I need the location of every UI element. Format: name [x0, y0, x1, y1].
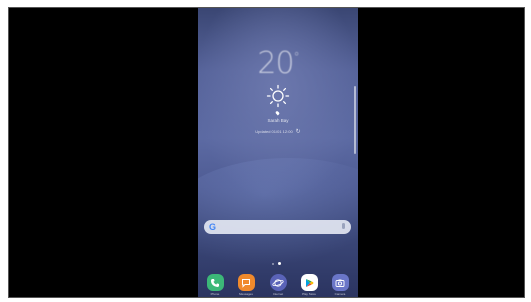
- app-label: Messages: [239, 292, 253, 296]
- refresh-icon[interactable]: ↻: [296, 128, 301, 135]
- location-pin-icon: [275, 110, 280, 116]
- weather-location: Sarah Bay: [267, 118, 289, 123]
- weather-updated: Updated 01/01 12:00 ↻: [198, 128, 358, 135]
- phone-icon: [206, 274, 224, 291]
- app-messages[interactable]: Messages: [237, 274, 255, 296]
- internet-icon: [269, 274, 287, 291]
- wallpaper-swoosh: [198, 158, 358, 278]
- google-icon: G: [209, 222, 217, 232]
- app-label: Internet: [272, 292, 284, 296]
- temperature: 20°: [198, 46, 358, 81]
- app-label: Phone: [210, 292, 220, 296]
- camera-icon: [331, 274, 349, 291]
- google-search-bar[interactable]: G: [204, 220, 351, 234]
- app-play-store[interactable]: Play Store: [300, 274, 318, 296]
- app-dock: Phone Messages Internet Play Store Camer…: [198, 274, 358, 297]
- phone-home-screen: 20° Sarah Bay Updated 01/01 12:00 ↻ G Ph…: [198, 8, 358, 297]
- app-label: Play Store: [302, 292, 316, 296]
- page-dot[interactable]: [272, 262, 274, 265]
- mic-icon[interactable]: [342, 223, 345, 229]
- messages-icon: [237, 274, 255, 291]
- screen-frame: 20° Sarah Bay Updated 01/01 12:00 ↻ G Ph…: [8, 7, 525, 298]
- app-internet[interactable]: Internet: [269, 274, 287, 296]
- temperature-value: 20: [257, 46, 294, 81]
- temperature-unit: °: [293, 50, 300, 64]
- app-camera[interactable]: Camera: [331, 274, 349, 296]
- app-phone[interactable]: Phone: [206, 274, 224, 296]
- weather-updated-text: Updated 01/01 12:00: [255, 129, 293, 134]
- play-store-icon: [300, 274, 318, 291]
- page-indicator: [272, 255, 285, 266]
- app-label: Camera: [334, 292, 346, 296]
- sun-icon: [266, 84, 290, 108]
